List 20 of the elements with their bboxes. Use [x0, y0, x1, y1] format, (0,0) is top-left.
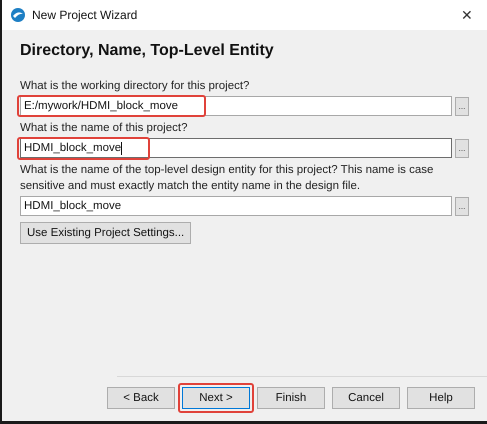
browse-button[interactable]: ...	[455, 196, 469, 216]
wizard-button[interactable]: Next >	[182, 387, 250, 409]
wizard-button[interactable]: Help	[407, 387, 475, 409]
text-field[interactable]: E:/mywork/HDMI_block_move	[20, 96, 452, 116]
use-existing-settings-button[interactable]: Use Existing Project Settings...	[20, 222, 192, 244]
text-cursor	[121, 142, 122, 154]
wizard-button[interactable]: < Back	[107, 387, 175, 409]
text-field[interactable]: HDMI_block_move	[20, 138, 452, 158]
wizard-button[interactable]: Cancel	[332, 387, 400, 409]
window-title: New Project Wizard	[32, 8, 138, 22]
wizard-button[interactable]: Finish	[257, 387, 325, 409]
app-icon	[10, 7, 26, 23]
field-label: What is the name of the top-level design entity for this project? This name is case sensitive and must exactly match the entity name in the design file.	[20, 163, 434, 194]
browse-button[interactable]: ...	[455, 96, 469, 116]
text-field[interactable]: HDMI_block_move	[20, 196, 452, 216]
field-label: What is the name of this project?	[20, 121, 188, 136]
page-heading: Directory, Name, Top-Level Entity	[20, 42, 275, 60]
close-button[interactable]: ✕	[457, 7, 477, 23]
browse-button[interactable]: ...	[455, 138, 469, 158]
field-label: What is the working directory for this project?	[20, 79, 250, 94]
